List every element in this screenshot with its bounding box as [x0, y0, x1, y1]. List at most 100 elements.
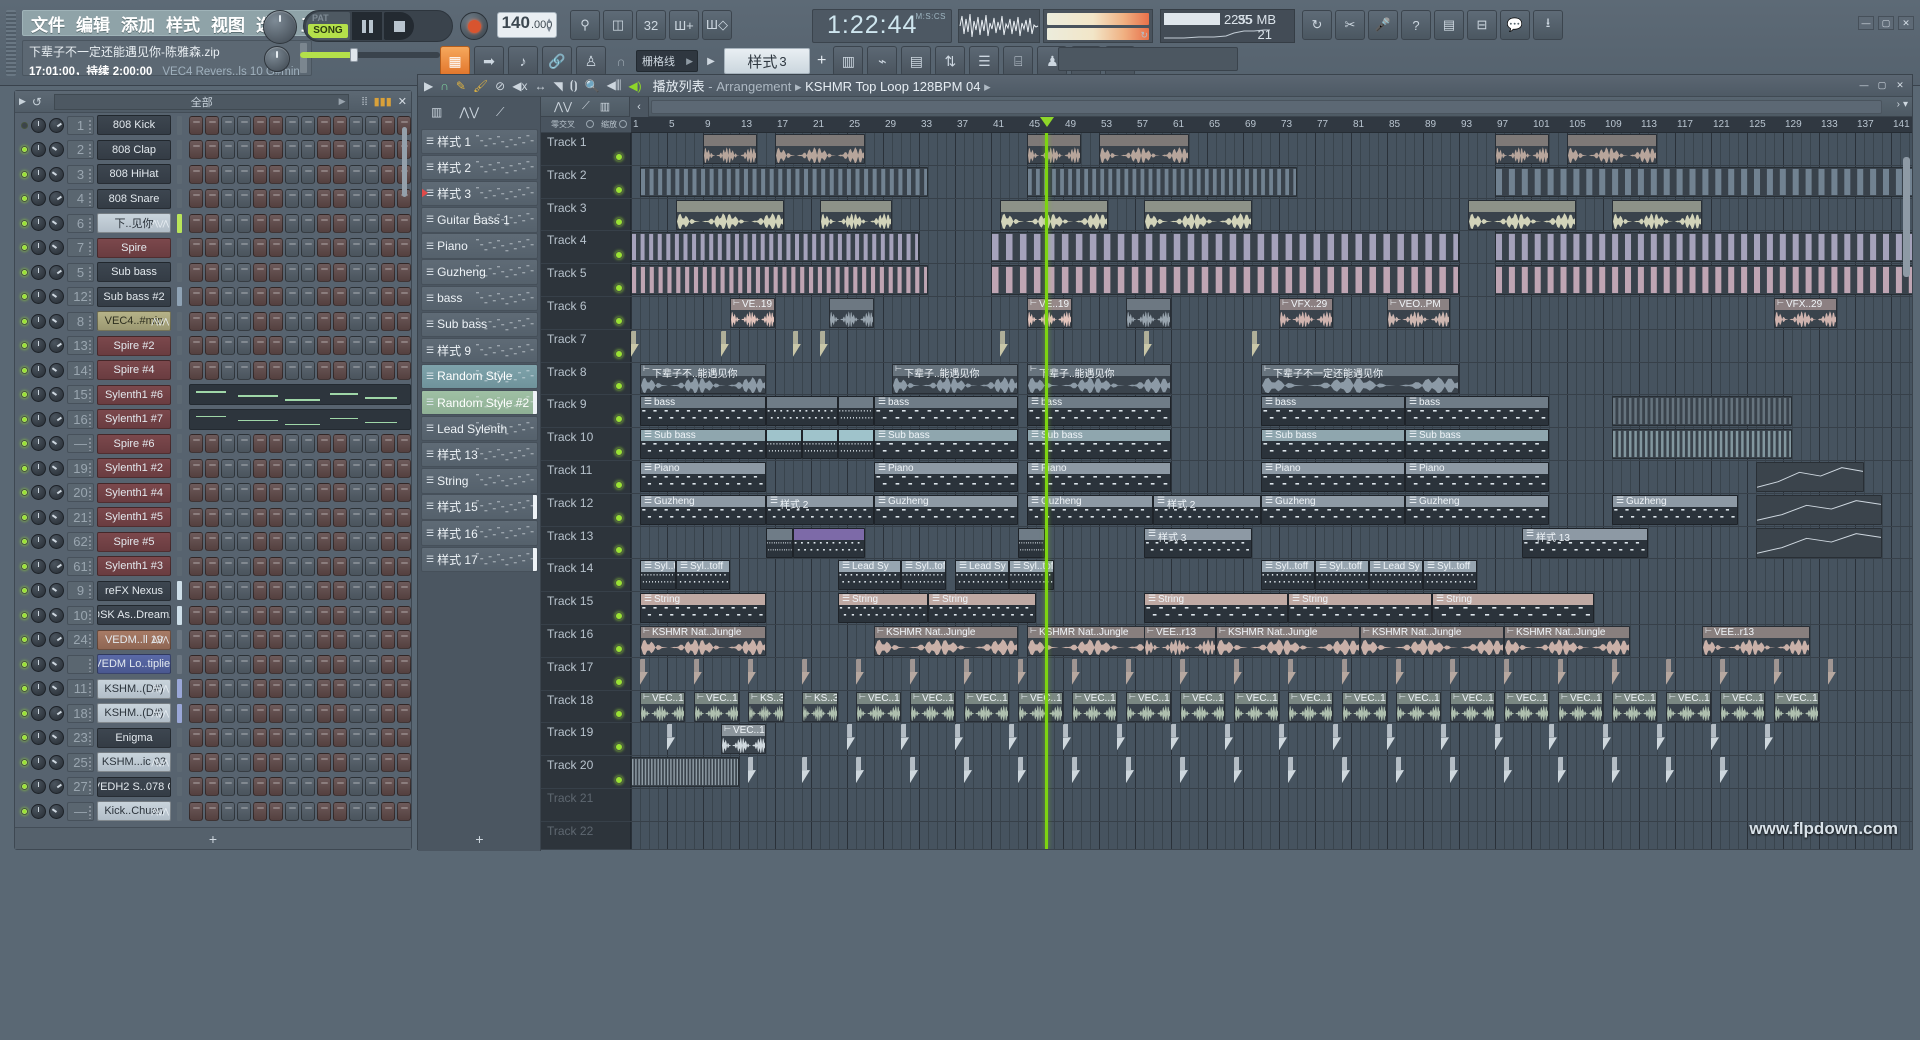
step-button[interactable] [189, 434, 203, 454]
step-button[interactable] [189, 360, 203, 380]
zoom-toggle[interactable] [619, 120, 627, 128]
channel-volume-knob[interactable] [49, 264, 64, 280]
zoom-select-icon[interactable]: ⦗⦘ [570, 78, 578, 93]
channel-volume-knob[interactable] [49, 117, 64, 133]
step-button[interactable] [269, 752, 283, 772]
step-button[interactable] [381, 287, 395, 307]
step-button[interactable] [365, 605, 379, 625]
step-button[interactable] [253, 189, 267, 209]
channel-step-grid[interactable] [189, 238, 411, 258]
track-lane[interactable] [631, 329, 1912, 362]
playlist-clip[interactable] [1063, 724, 1081, 754]
pattern-list-item[interactable]: ☰ 样式 17 [421, 546, 538, 572]
channel-mute-led[interactable] [21, 366, 28, 374]
step-button[interactable] [381, 483, 395, 503]
step-button[interactable] [301, 140, 315, 160]
playlist-clip[interactable] [1612, 396, 1792, 427]
playlist-clip[interactable] [1333, 724, 1351, 754]
channel-mute-led[interactable] [21, 415, 28, 423]
step-button[interactable] [285, 189, 299, 209]
step-button[interactable] [333, 679, 347, 699]
step-button[interactable] [221, 458, 235, 478]
step-button[interactable] [205, 213, 219, 233]
step-button[interactable] [221, 777, 235, 797]
step-button[interactable] [285, 115, 299, 135]
step-button[interactable] [333, 605, 347, 625]
playlist-clip[interactable]: ⊢ 下辈子不一定还能遇见你 [1261, 363, 1459, 394]
step-button[interactable] [365, 434, 379, 454]
playlist-clip[interactable] [856, 757, 874, 787]
playlist-track-row[interactable]: Track 14☰Syl..toff☰Syl..toff☰Lead Sy☰Syl… [541, 559, 1912, 593]
pattern-list-item[interactable]: ☰ Random Style [421, 363, 538, 390]
track-header[interactable]: Track 8 [541, 362, 631, 395]
step-button[interactable] [253, 605, 267, 625]
track-lane[interactable]: ⊢VEC..18 [631, 723, 1912, 756]
playlist-clip[interactable] [1288, 757, 1306, 787]
channel-mixer-number[interactable]: 8 [67, 311, 94, 331]
channel-mute-led[interactable] [21, 219, 28, 227]
transport-controls[interactable]: PAT SONG [303, 10, 453, 42]
track-header[interactable]: Track 7 [541, 329, 631, 362]
pattern-clip-icon[interactable]: ▥ [600, 100, 610, 113]
step-button[interactable] [349, 654, 363, 674]
step-button[interactable] [221, 287, 235, 307]
step-button[interactable] [221, 262, 235, 282]
step-button[interactable] [333, 434, 347, 454]
playlist-clip[interactable]: ⊢VEC..18 [1612, 691, 1657, 722]
channel-pan-knob[interactable] [31, 485, 46, 501]
channel-mixer-number[interactable]: 7 [67, 238, 94, 258]
channel-name-button[interactable]: VEDM..ll 19 ⋀⋁⋀ [97, 629, 171, 650]
step-button[interactable] [253, 654, 267, 674]
step-button[interactable] [205, 630, 219, 650]
track-enable-led[interactable] [615, 546, 623, 555]
menu-item-file[interactable]: 文件 [31, 11, 65, 36]
pattern-list[interactable]: ☰ 样式 1 ☰ 样式 2 ☰ 样式 3 ☰ Guitar Bass 1 ☰ Piano ☰ Guzh… [421, 129, 538, 823]
step-button[interactable] [349, 532, 363, 552]
step-button[interactable] [205, 728, 219, 748]
channel-mixer-number[interactable]: 27 [67, 777, 94, 797]
playlist-clip[interactable] [1450, 757, 1468, 787]
step-button[interactable] [381, 360, 395, 380]
step-button[interactable] [237, 703, 251, 723]
channel-pan-knob[interactable] [31, 656, 46, 672]
step-button[interactable] [269, 556, 283, 576]
mute-tool-icon[interactable]: ⊘ [495, 79, 505, 93]
menu-item-view[interactable]: 视图 [211, 11, 245, 36]
step-button[interactable] [381, 458, 395, 478]
pattern-list-item[interactable]: ☰ 样式 9 [421, 337, 538, 364]
save-icon[interactable]: ▤ [1434, 10, 1464, 40]
playlist-clip[interactable] [1018, 757, 1036, 787]
channel-pan-knob[interactable] [31, 534, 46, 550]
track-lanes[interactable]: Track 1 Track 2 Track 3 Track 4 Track 5 Track… [541, 133, 1912, 849]
channel-row[interactable]: 14 Spire #4 [15, 358, 411, 383]
channel-step-grid[interactable] [189, 115, 411, 135]
channel-name-button[interactable]: Sylenth1 #6 [97, 384, 171, 405]
playlist-clip[interactable]: ☰ bass [874, 396, 1018, 427]
tempo-display[interactable]: 140 .000 ▲ ▼ [497, 12, 557, 38]
track-header[interactable]: Track 12 [541, 493, 631, 526]
step-button[interactable] [189, 458, 203, 478]
step-button[interactable] [381, 752, 395, 772]
step-button[interactable] [205, 752, 219, 772]
step-button[interactable] [381, 189, 395, 209]
channel-row[interactable]: 4 808 Snare [15, 187, 411, 212]
playlist-clip[interactable]: ☰ Sub bass [1027, 429, 1171, 460]
channel-mixer-number[interactable]: 9 [67, 581, 94, 601]
playlist-clip[interactable] [631, 265, 928, 296]
step-button[interactable] [333, 507, 347, 527]
channel-volume-knob[interactable] [49, 166, 64, 182]
playlist-clip[interactable]: ☰ Sub bass [1261, 429, 1405, 460]
channel-mute-led[interactable] [21, 195, 28, 203]
channel-volume-knob[interactable] [49, 558, 64, 574]
step-button[interactable] [269, 115, 283, 135]
scroll-left-button[interactable]: ‹ [629, 97, 649, 117]
channel-mixer-number[interactable]: 23 [67, 728, 94, 748]
playlist-icon[interactable]: ▤ [901, 46, 932, 76]
channel-row[interactable]: 16 Sylenth1 #7 [15, 407, 411, 432]
track-lane[interactable]: ☰ String ☰ String ☰ String ☰ String ☰ String ☰ Stri… [631, 592, 1912, 624]
channel-row[interactable]: 11 KSHM..(D#) ⋀⋁⋀ [15, 677, 411, 702]
channel-add-button[interactable]: + [15, 827, 411, 849]
playlist-track-row[interactable]: Track 17 [541, 657, 1912, 691]
step-button[interactable] [269, 238, 283, 258]
step-button[interactable] [221, 189, 235, 209]
